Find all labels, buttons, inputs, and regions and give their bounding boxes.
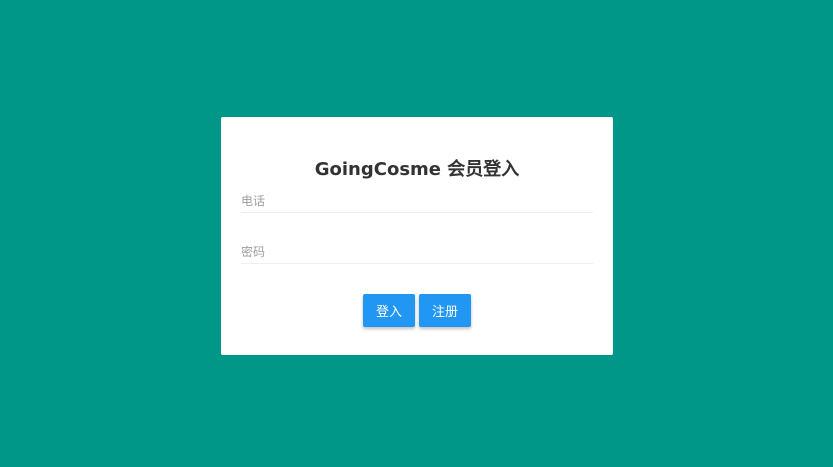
register-button[interactable]: 注册 bbox=[419, 294, 471, 327]
login-title: GoingCosme 会员登入 bbox=[314, 159, 520, 180]
password-field-container bbox=[241, 241, 593, 264]
login-actions: 登入 注册 bbox=[221, 294, 613, 327]
login-card: GoingCosme 会员登入 登入 注册 bbox=[221, 117, 613, 355]
phone-field-container bbox=[241, 190, 593, 213]
password-input[interactable] bbox=[241, 241, 593, 263]
login-button[interactable]: 登入 bbox=[363, 294, 415, 327]
phone-input[interactable] bbox=[241, 190, 593, 212]
